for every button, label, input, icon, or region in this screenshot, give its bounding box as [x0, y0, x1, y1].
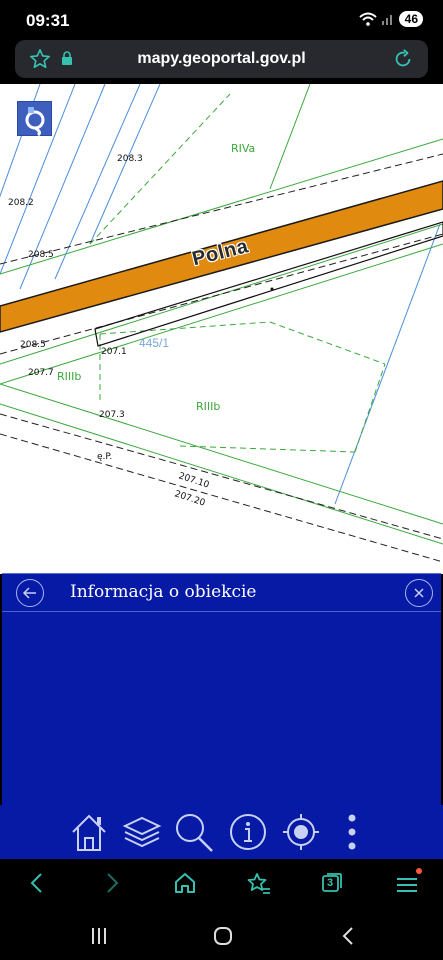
close-icon	[414, 588, 424, 598]
chevron-left-icon[interactable]	[26, 871, 48, 895]
home-icon[interactable]	[70, 812, 108, 852]
parcel-number[interactable]: 445/1	[139, 336, 169, 350]
wifi-icon	[358, 12, 377, 26]
status-time: 09:31	[26, 11, 70, 30]
info-icon[interactable]	[228, 812, 268, 852]
elevation-label: 208.2	[8, 198, 34, 208]
home-circle-icon[interactable]	[212, 925, 234, 947]
land-class-label: RIVa	[231, 142, 256, 155]
menu-icon[interactable]	[394, 867, 424, 897]
land-class-label: RIIIb	[57, 370, 82, 383]
signal-icon	[381, 15, 392, 25]
elevation-label: 207.3	[99, 410, 125, 420]
system-navigation-bar	[0, 909, 443, 960]
browser-address-area: mapy.geoportal.gov.pl	[0, 36, 443, 84]
location-icon[interactable]	[281, 812, 321, 852]
close-button[interactable]	[405, 579, 433, 607]
layers-icon[interactable]	[122, 812, 162, 852]
bookmarks-icon[interactable]	[246, 871, 272, 897]
object-info-panel: Informacja o obiekcie	[2, 573, 441, 805]
search-icon[interactable]	[173, 812, 215, 854]
elevation-label: 207.1	[101, 347, 127, 357]
home-icon[interactable]	[173, 871, 197, 895]
battery-level: 46	[404, 12, 418, 26]
map-toolbar	[0, 805, 443, 859]
status-icons: 46	[358, 11, 423, 27]
map-marker-label: ę.P.	[97, 452, 113, 462]
geoportal-logo-icon	[25, 107, 45, 137]
url-text[interactable]: mapy.geoportal.gov.pl	[15, 50, 428, 68]
browser-navigation-bar: 3	[0, 859, 443, 909]
back-icon[interactable]	[338, 925, 358, 947]
back-button[interactable]	[16, 579, 44, 607]
chevron-right-icon[interactable]	[101, 871, 123, 895]
address-bar[interactable]: mapy.geoportal.gov.pl	[15, 40, 428, 78]
status-bar: 09:31 46	[0, 0, 443, 36]
recent-apps-icon[interactable]	[89, 926, 109, 946]
land-class-label: RIIIb	[196, 400, 221, 413]
map-canvas	[0, 84, 443, 563]
map-view[interactable]: 208.3 208.2 208.5 208.5 207.7 207.3 207.…	[0, 84, 443, 574]
elevation-label: 208.3	[117, 154, 143, 164]
more-icon[interactable]	[344, 812, 360, 852]
tabs-button[interactable]: 3	[320, 871, 344, 895]
info-panel-header: Informacja o obiekcie	[2, 574, 441, 612]
info-panel-title: Informacja o obiekcie	[70, 582, 257, 602]
tab-count: 3	[327, 877, 334, 889]
elevation-label: 208.5	[28, 250, 54, 260]
elevation-label: 208.5	[20, 340, 46, 350]
battery-icon: 46	[398, 11, 423, 27]
geoportal-logo	[17, 101, 52, 137]
reload-icon[interactable]	[392, 48, 414, 70]
arrow-left-icon	[22, 587, 36, 599]
elevation-label: 207.7	[28, 368, 54, 378]
